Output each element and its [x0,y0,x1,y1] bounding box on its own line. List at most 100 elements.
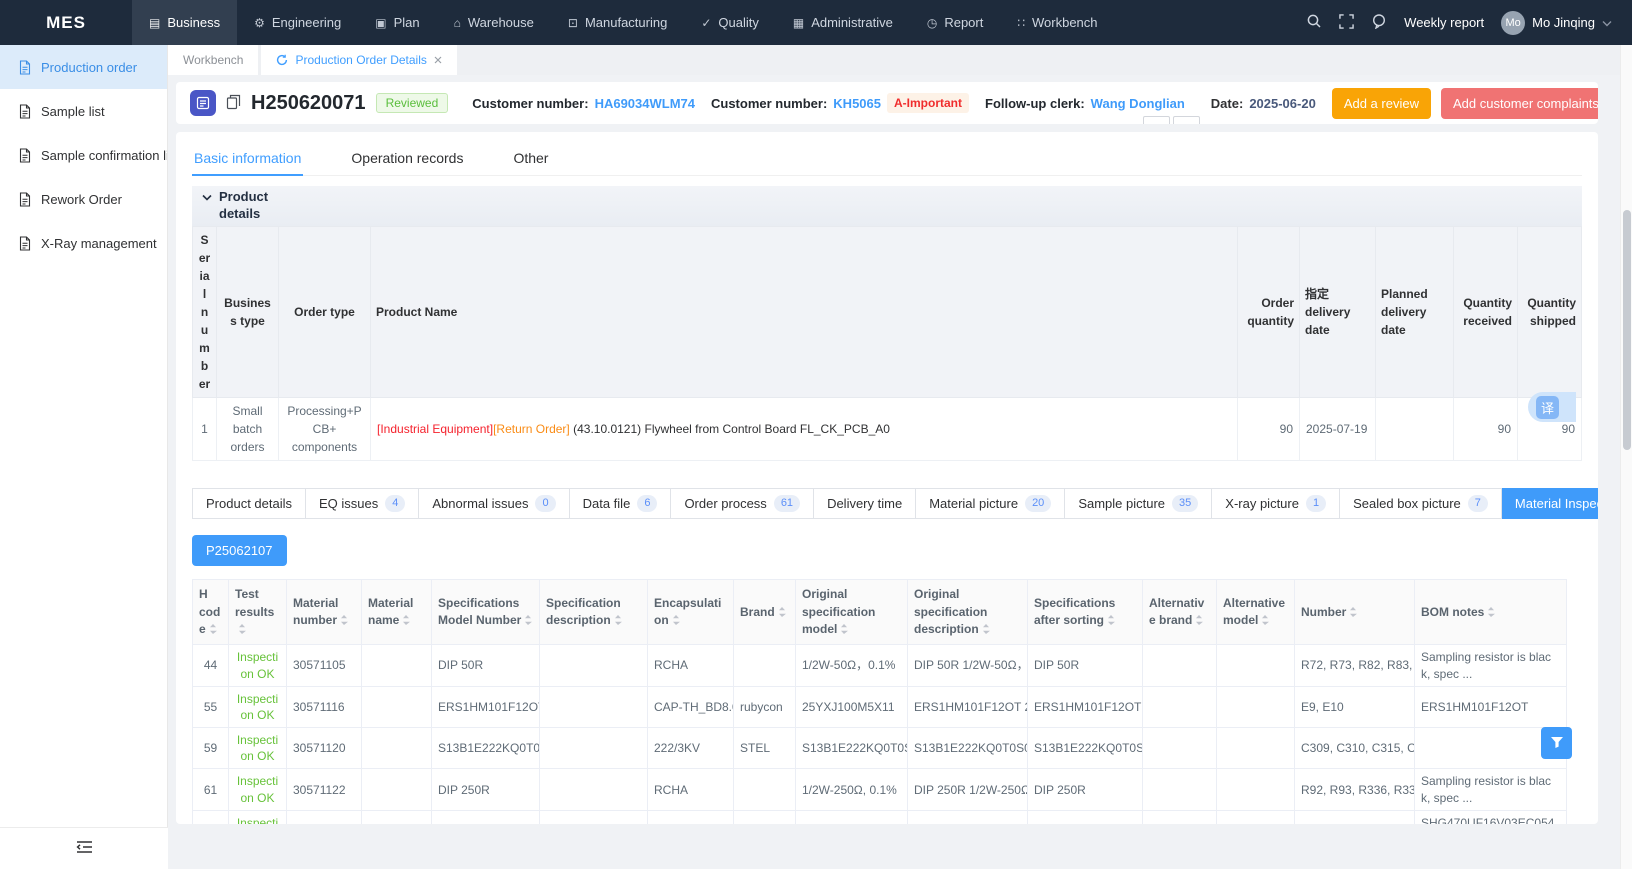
cell [362,728,432,769]
record-tab-delivery-time[interactable]: Delivery time [814,488,916,519]
sidebar-item-sample-list[interactable]: Sample list [0,89,167,133]
page-tabs: WorkbenchProduction Order Details [168,45,1632,75]
sort-icon[interactable] [1349,606,1357,618]
user-menu[interactable]: Mo Mo Jinqing [1501,11,1612,35]
table-row[interactable]: 44Inspection OK30571105DIP 50RRCHA1/2W-5… [193,645,1567,686]
sort-icon[interactable] [524,614,532,626]
refresh-icon[interactable] [276,54,288,66]
weekly-report-link[interactable]: Weekly report [1404,15,1484,30]
document-icon [18,148,32,163]
column-header[interactable]: Number [1295,580,1415,645]
column-header[interactable]: BOM notes [1415,580,1567,645]
table-row[interactable]: 61Inspection OK30571122DIP 250RRCHA1/2W-… [193,769,1567,810]
column-header[interactable]: Specification description [540,580,648,645]
sort-icon[interactable] [209,623,217,635]
copy-icon[interactable] [226,94,241,113]
tab-other[interactable]: Other [511,142,550,175]
field-value[interactable]: HA69034WLM74 [595,96,695,111]
cell: ERS1HM101F12OT [1028,686,1143,727]
window-scrollbar[interactable] [1620,45,1632,869]
add-customer-complaints-button[interactable]: Add customer complaints [1441,88,1598,119]
sort-icon[interactable] [840,623,848,635]
record-tab-abnormal-issues[interactable]: Abnormal issues0 [419,488,569,519]
sort-icon[interactable] [1107,614,1115,626]
batch-number-button[interactable]: P25062107 [192,535,287,566]
topnav-item-warehouse[interactable]: ⌂Warehouse [437,0,551,45]
tab-production-order-details[interactable]: Production Order Details [261,45,456,75]
column-header[interactable]: Brand [734,580,796,645]
record-tab-eq-issues[interactable]: EQ issues4 [306,488,419,519]
sort-icon[interactable] [982,623,990,635]
record-tab-material-inspection-record[interactable]: Material Inspection Record135 [1502,488,1598,519]
record-tab-x-ray-picture[interactable]: X-ray picture1 [1212,488,1340,519]
record-tab-order-process[interactable]: Order process61 [671,488,814,519]
sort-icon[interactable] [238,623,246,635]
column-header[interactable]: Original specification model [796,580,908,645]
table-row[interactable]: 66Inspection OK30571127SHG470UF16V03EC05… [193,810,1567,824]
field-value[interactable]: KH5065 [833,96,881,111]
cell [1143,810,1217,824]
column-header-label: Alternative model [1223,596,1285,627]
sort-icon[interactable] [340,614,348,626]
sort-icon[interactable] [614,614,622,626]
column-header[interactable]: Specifications after sorting [1028,580,1143,645]
add-a-review-button[interactable]: Add a review [1332,88,1431,119]
table-row[interactable]: 1Small batch ordersProcessing+PCB+ compo… [193,397,1582,460]
close-icon[interactable] [434,54,442,66]
table-row[interactable]: 59Inspection OK30571120S13B1E222KQ0T0S0N… [193,728,1567,769]
cell: R92, R93, R336, R337 [1295,769,1415,810]
sidebar-item-production-order[interactable]: Production order [0,45,167,89]
column-header[interactable]: Alternative brand [1143,580,1217,645]
topnav-item-business[interactable]: ▤Business [132,0,237,45]
topnav-item-administrative[interactable]: ▦Administrative [776,0,910,45]
topnav-item-plan[interactable]: ▣Plan [358,0,436,45]
collapse-menu-icon[interactable] [76,840,93,857]
truncated-button[interactable] [1173,116,1200,124]
record-tab-sealed-box-picture[interactable]: Sealed box picture7 [1340,488,1502,519]
topnav-item-manufacturing[interactable]: ⊡Manufacturing [551,0,684,45]
column-header[interactable]: Material number [287,580,362,645]
message-icon[interactable] [1371,13,1387,32]
record-tab-sample-picture[interactable]: Sample picture35 [1065,488,1212,519]
sort-icon[interactable] [778,606,786,618]
record-tab-product-details[interactable]: Product details [192,488,306,519]
sort-icon[interactable] [672,614,680,626]
sort-icon[interactable] [1195,614,1203,626]
search-icon[interactable] [1306,13,1322,32]
record-tab-material-picture[interactable]: Material picture20 [916,488,1065,519]
product-details-section-header[interactable]: Product details [192,186,1582,226]
tab-operation-records[interactable]: Operation records [349,142,465,175]
topnav-item-quality[interactable]: ✓Quality [684,0,776,45]
translate-button[interactable]: 译 [1528,392,1576,422]
filter-button[interactable] [1541,727,1572,759]
column-header[interactable]: Encapsulation [648,580,734,645]
topnav-item-engineering[interactable]: ⚙Engineering [237,0,358,45]
column-header[interactable]: Specifications Model Number [432,580,540,645]
fullscreen-icon[interactable] [1339,14,1354,32]
field-value[interactable]: Wang Donglian [1091,96,1185,111]
column-header[interactable]: Original specification description [908,580,1028,645]
topnav-item-workbench[interactable]: ∷Workbench [1000,0,1114,45]
sidebar-item-rework-order[interactable]: Rework Order [0,177,167,221]
sort-icon[interactable] [1487,606,1495,618]
cell: 1/2W-50Ω，0.1% [796,645,908,686]
record-tab-data-file[interactable]: Data file6 [570,488,672,519]
count-badge: 20 [1025,495,1051,512]
sidebar-item-sample-confirmation-list[interactable]: Sample confirmation list [0,133,167,177]
column-header[interactable]: Material name [362,580,432,645]
tab-workbench[interactable]: Workbench [168,45,258,75]
truncated-button[interactable] [1143,116,1170,124]
column-header-label: Test results [235,587,274,618]
table-row[interactable]: 55Inspection OK30571116ERS1HM101F12OTCAP… [193,686,1567,727]
topnav-item-report[interactable]: ◷Report [910,0,1001,45]
column-header[interactable]: Alternative model [1217,580,1295,645]
sidebar-item-x-ray-management[interactable]: X-Ray management [0,221,167,265]
sort-icon[interactable] [402,614,410,626]
column-header[interactable]: Test results [229,580,287,645]
scrollbar-thumb[interactable] [1623,210,1631,450]
tab-basic-information[interactable]: Basic information [192,142,303,175]
sort-icon[interactable] [1261,614,1269,626]
column-header[interactable]: H code [193,580,229,645]
cell [1143,686,1217,727]
cell [362,686,432,727]
